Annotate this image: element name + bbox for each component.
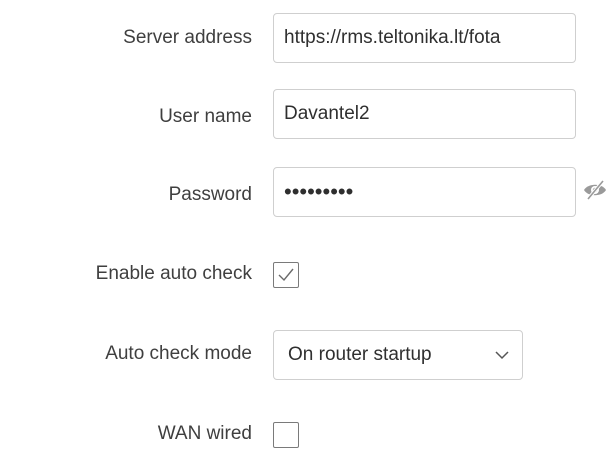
password-label: Password [168,184,252,205]
user-name-input[interactable] [273,89,576,139]
server-address-input[interactable] [273,13,576,63]
enable-auto-check-label: Enable auto check [95,263,252,284]
auto-check-mode-label: Auto check mode [105,343,252,364]
user-name-label: User name [159,106,252,127]
wan-wired-checkbox[interactable] [273,422,299,448]
password-masked-value: ••••••••• [284,179,354,204]
auto-check-mode-selected: On router startup [288,344,432,365]
enable-auto-check-checkbox[interactable] [273,262,299,288]
auto-check-mode-select[interactable]: On router startup [273,330,523,380]
chevron-down-icon [494,344,510,366]
eye-slash-icon[interactable] [583,179,607,201]
checkmark-icon [278,268,294,282]
password-input[interactable]: ••••••••• [273,167,576,217]
wan-wired-label: WAN wired [157,423,252,444]
server-address-label: Server address [123,27,252,48]
